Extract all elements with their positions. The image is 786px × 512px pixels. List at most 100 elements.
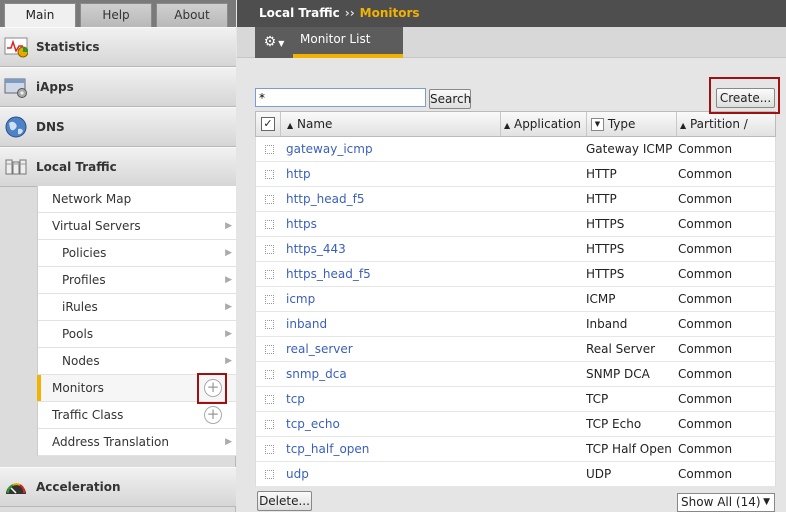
header-application-label: Application <box>513 117 582 131</box>
row-checkbox[interactable] <box>265 195 274 204</box>
globe-icon <box>5 116 27 138</box>
row-checkbox[interactable] <box>265 245 274 254</box>
header-name-label: Name <box>296 117 333 131</box>
table-row[interactable]: inband Inband Common <box>255 312 776 337</box>
tab-help[interactable]: Help <box>80 3 152 27</box>
header-type-label: Type <box>607 117 636 131</box>
table-row[interactable]: http HTTP Common <box>255 162 776 187</box>
header-type[interactable]: ▼ Type <box>586 112 676 136</box>
monitor-name-link[interactable]: icmp <box>286 287 315 311</box>
subnav-traffic-class[interactable]: Traffic Class + <box>38 402 236 429</box>
nav-acceleration[interactable]: Acceleration <box>0 467 236 507</box>
table-row[interactable]: tcp_echo TCP Echo Common <box>255 412 776 437</box>
monitor-name-link[interactable]: tcp <box>286 387 305 411</box>
monitor-type: HTTPS <box>586 217 625 231</box>
row-checkbox[interactable] <box>265 470 274 479</box>
subnav-label: Traffic Class <box>52 408 124 422</box>
monitor-table: ✓ ▲ Name ▲ Application ▼ Type ▲ Partitio… <box>255 111 776 487</box>
monitor-name-link[interactable]: http <box>286 162 311 186</box>
subnav-policies[interactable]: Policies ▶ <box>38 240 236 267</box>
monitor-name-link[interactable]: tcp_half_open <box>286 437 369 461</box>
monitor-name-link[interactable]: https <box>286 212 317 236</box>
delete-button[interactable]: Delete... <box>257 491 312 511</box>
monitor-partition: Common <box>678 417 733 431</box>
monitor-name-link[interactable]: gateway_icmp <box>286 137 373 161</box>
monitor-name-link[interactable]: https_head_f5 <box>286 262 371 286</box>
monitor-name-link[interactable]: snmp_dca <box>286 362 347 386</box>
row-checkbox[interactable] <box>265 145 274 154</box>
monitor-name-link[interactable]: https_443 <box>286 237 346 261</box>
highlight-box <box>197 373 227 404</box>
monitor-type: HTTP <box>586 167 617 181</box>
tab-about[interactable]: About <box>156 3 228 27</box>
row-checkbox[interactable] <box>265 320 274 329</box>
table-row[interactable]: snmp_dca SNMP DCA Common <box>255 362 776 387</box>
monitor-name-link[interactable]: real_server <box>286 337 353 361</box>
monitor-name-link[interactable]: udp <box>286 462 309 486</box>
table-row[interactable]: https_head_f5 HTTPS Common <box>255 262 776 287</box>
monitor-type: SNMP DCA <box>586 367 650 381</box>
table-row[interactable]: https HTTPS Common <box>255 212 776 237</box>
monitor-type: HTTPS <box>586 242 625 256</box>
table-row[interactable]: tcp TCP Common <box>255 387 776 412</box>
subnav-nodes[interactable]: Nodes ▶ <box>38 348 236 375</box>
local-traffic-icon <box>5 159 27 175</box>
row-checkbox[interactable] <box>265 170 274 179</box>
subnav-address-translation[interactable]: Address Translation ▶ <box>38 429 236 456</box>
subnav-irules[interactable]: iRules ▶ <box>38 294 236 321</box>
header-name[interactable]: ▲ Name <box>280 112 500 136</box>
subnav-virtual-servers[interactable]: Virtual Servers ▶ <box>38 213 236 240</box>
gear-menu-button[interactable]: ⚙ ▼ <box>255 27 293 58</box>
tab-monitor-list[interactable]: Monitor List <box>293 27 403 58</box>
table-row[interactable]: icmp ICMP Common <box>255 287 776 312</box>
nav-dns-label: DNS <box>36 120 65 134</box>
type-filter-dropdown-icon[interactable]: ▼ <box>591 118 604 131</box>
nav-local-traffic[interactable]: Local Traffic <box>0 147 236 187</box>
monitor-name-link[interactable]: tcp_echo <box>286 412 340 436</box>
monitor-name-link[interactable]: http_head_f5 <box>286 187 364 211</box>
tab-main[interactable]: Main <box>4 3 76 28</box>
monitor-partition: Common <box>678 267 733 281</box>
row-checkbox[interactable] <box>265 220 274 229</box>
table-row[interactable]: real_server Real Server Common <box>255 337 776 362</box>
nav-statistics[interactable]: Statistics <box>0 27 236 67</box>
add-traffic-class-icon[interactable]: + <box>204 406 222 424</box>
row-checkbox[interactable] <box>265 370 274 379</box>
monitor-name-link[interactable]: inband <box>286 312 327 336</box>
header-application[interactable]: ▲ Application <box>500 112 586 136</box>
subnav-label: Pools <box>62 327 94 341</box>
expand-arrow-icon: ▶ <box>225 329 232 339</box>
nav-iapps-label: iApps <box>36 80 74 94</box>
row-checkbox[interactable] <box>265 445 274 454</box>
monitor-partition: Common <box>678 442 733 456</box>
search-input[interactable] <box>255 88 426 107</box>
search-button[interactable]: Search <box>429 89 471 109</box>
subnav-profiles[interactable]: Profiles ▶ <box>38 267 236 294</box>
row-checkbox[interactable] <box>265 420 274 429</box>
monitor-partition: Common <box>678 317 733 331</box>
subnav-network-map[interactable]: Network Map <box>38 186 236 213</box>
table-row[interactable]: tcp_half_open TCP Half Open Common <box>255 437 776 462</box>
table-row[interactable]: udp UDP Common <box>255 462 776 487</box>
row-checkbox[interactable] <box>265 295 274 304</box>
table-row[interactable]: https_443 HTTPS Common <box>255 237 776 262</box>
table-row[interactable]: gateway_icmp Gateway ICMP Common <box>255 137 776 162</box>
monitor-type: ICMP <box>586 292 616 306</box>
monitor-type: Inband <box>586 317 628 331</box>
subnav-pools[interactable]: Pools ▶ <box>38 321 236 348</box>
top-tabs: Main Help About <box>0 0 236 28</box>
row-checkbox[interactable] <box>265 345 274 354</box>
monitor-partition: Common <box>678 242 733 256</box>
nav-dns[interactable]: DNS <box>0 107 236 147</box>
monitor-type: UDP <box>586 467 612 481</box>
row-checkbox[interactable] <box>265 395 274 404</box>
breadcrumb-section[interactable]: Local Traffic <box>259 6 340 20</box>
row-checkbox[interactable] <box>265 270 274 279</box>
header-partition[interactable]: ▲ Partition / Path <box>676 112 776 157</box>
nav-iapps[interactable]: iApps <box>0 67 236 107</box>
select-all-checkbox[interactable]: ✓ <box>261 117 275 131</box>
table-row[interactable]: http_head_f5 HTTP Common <box>255 187 776 212</box>
table-header: ✓ ▲ Name ▲ Application ▼ Type ▲ Partitio… <box>255 111 776 157</box>
show-all-select[interactable]: Show All (14) ▼ <box>677 493 775 512</box>
select-all-header: ✓ <box>256 112 280 136</box>
